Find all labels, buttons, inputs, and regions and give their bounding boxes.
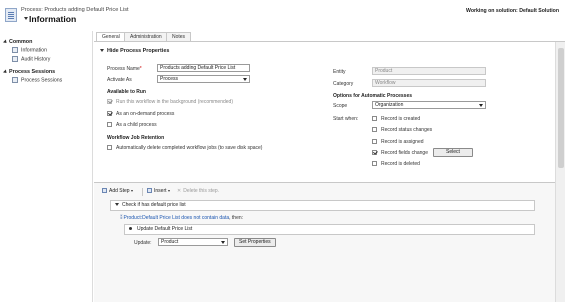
vertical-scrollbar[interactable] xyxy=(555,42,565,302)
chevron-down-icon xyxy=(167,189,170,192)
nav-item-process-sessions[interactable]: Process Sessions xyxy=(12,77,62,83)
automatic-options-title: Options for Automatic Processes xyxy=(333,93,412,99)
insert-icon xyxy=(147,188,152,194)
chevron-down-icon xyxy=(243,78,247,81)
activate-as-label: Activate As xyxy=(107,77,132,83)
tab-divider xyxy=(94,41,565,42)
bullet-icon xyxy=(129,227,132,231)
entity-field: Product xyxy=(372,67,486,75)
collapse-icon xyxy=(115,203,119,207)
check-condition-step[interactable]: Check if has default price list xyxy=(110,200,535,211)
nav-section-process-sessions[interactable]: Process Sessions xyxy=(3,69,55,75)
available-to-run-title: Available to Run xyxy=(107,89,146,95)
collapse-icon xyxy=(3,69,8,75)
add-step-button[interactable]: Add Step xyxy=(102,188,133,194)
on-demand-checkbox[interactable]: As an on-demand process xyxy=(107,111,174,117)
add-step-icon xyxy=(102,188,107,194)
scope-label: Scope xyxy=(333,103,348,109)
form-tabs: General Administration Notes xyxy=(94,31,565,42)
collapse-icon xyxy=(3,39,8,45)
nav-section-common[interactable]: Common xyxy=(3,39,32,45)
tab-notes[interactable]: Notes xyxy=(166,32,192,41)
insert-button[interactable]: Insert xyxy=(147,188,170,194)
category-field: Workflow xyxy=(372,79,486,87)
steps-toolbar: Add Step Insert ✕ Delete this step. xyxy=(100,188,549,197)
chevron-down-icon xyxy=(221,241,225,244)
tab-administration[interactable]: Administration xyxy=(124,32,168,41)
update-entity-select[interactable]: Product xyxy=(158,238,228,246)
left-nav: Common Information Audit History Process… xyxy=(0,31,93,302)
select-fields-button[interactable]: Select xyxy=(433,148,473,157)
page-title[interactable]: Information xyxy=(21,14,76,24)
update-label: Update: xyxy=(134,240,152,246)
delete-step-button[interactable]: ✕ Delete this step. xyxy=(177,188,219,194)
trigger-record-assigned[interactable]: Record is assigned xyxy=(372,139,424,145)
hide-process-properties-toggle[interactable]: Hide Process Properties xyxy=(100,48,169,54)
nav-item-information[interactable]: Information xyxy=(12,47,47,53)
trigger-record-created[interactable]: Record is created xyxy=(372,116,420,122)
child-process-checkbox[interactable]: As a child process xyxy=(107,122,157,128)
update-action-step[interactable]: Update Default Price List xyxy=(124,224,535,235)
auto-delete-checkbox[interactable]: Automatically delete completed workflow … xyxy=(107,145,262,151)
condition-line: ⁑Product:Default Price List does not con… xyxy=(120,215,244,221)
trigger-fields-change[interactable]: Record fields change xyxy=(372,150,428,156)
title-dropdown-icon[interactable] xyxy=(24,17,28,20)
job-retention-title: Workflow Job Retention xyxy=(107,135,165,141)
condition-icon: ⁑ xyxy=(120,215,123,221)
trigger-status-changes[interactable]: Record status changes xyxy=(372,127,432,133)
process-name-input[interactable]: Products adding Default Price List xyxy=(157,64,250,72)
run-background-checkbox[interactable]: Run this workflow in the background (rec… xyxy=(107,99,233,105)
entity-label: Entity xyxy=(333,69,346,75)
chevron-down-icon xyxy=(479,104,483,107)
start-when-label: Start when: xyxy=(333,116,359,122)
trigger-record-deleted[interactable]: Record is deleted xyxy=(372,161,420,167)
chevron-down-icon xyxy=(130,189,133,192)
condition-link[interactable]: Product:Default Price List does not cont… xyxy=(124,215,230,221)
steps-designer: Add Step Insert ✕ Delete this step. Check… xyxy=(94,182,555,302)
set-properties-button[interactable]: Set Properties xyxy=(234,238,276,247)
process-name-header: Process: Products adding Default Price L… xyxy=(21,7,129,13)
delete-icon: ✕ xyxy=(177,188,182,194)
activate-as-select[interactable]: Process xyxy=(157,75,250,83)
nav-item-audit-history[interactable]: Audit History xyxy=(12,56,50,62)
process-icon xyxy=(5,8,17,22)
information-icon xyxy=(12,47,18,53)
scrollbar-thumb[interactable] xyxy=(558,48,564,168)
page-header: Process: Products adding Default Price L… xyxy=(0,0,565,31)
scope-select[interactable]: Organization xyxy=(372,101,486,109)
category-label: Category xyxy=(333,81,354,87)
solution-indicator: Working on solution: Default Solution xyxy=(466,8,559,14)
collapse-icon xyxy=(100,49,104,53)
process-sessions-icon xyxy=(12,77,18,83)
process-name-label: Process Name* xyxy=(107,66,142,72)
toolbar-separator xyxy=(142,188,143,196)
audit-history-icon xyxy=(12,56,18,62)
